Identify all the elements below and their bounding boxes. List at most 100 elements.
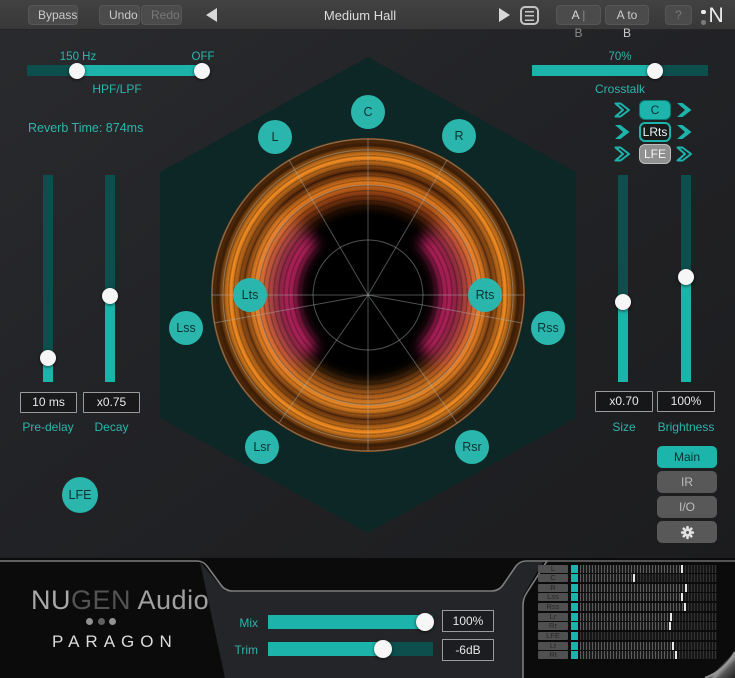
pre-delay-slider-handle[interactable] <box>40 350 56 366</box>
meter-scale-unlit <box>580 632 717 640</box>
speaker-node-lss[interactable]: Lss <box>169 311 203 345</box>
meter-peak-marker <box>670 613 672 621</box>
preset-list-icon[interactable] <box>520 6 539 25</box>
paragon-plugin-window: Bypass Undo Redo Medium Hall A | B A to … <box>0 0 735 678</box>
size-value-box[interactable]: x0.70 <box>595 391 653 412</box>
speaker-node-rss[interactable]: Rss <box>531 311 565 345</box>
mix-value-box[interactable]: 100% <box>442 610 494 632</box>
brand-gen: GEN <box>71 585 131 615</box>
brightness-value-box[interactable]: 100% <box>657 391 715 412</box>
brand-audio: Audio <box>138 585 210 615</box>
route-lrts-button[interactable]: LRts <box>639 122 671 142</box>
meter-level-segment <box>571 613 578 621</box>
trim-label: Trim <box>226 643 258 657</box>
route-in-lrts-chevron-icon[interactable] <box>614 124 632 140</box>
meter-channel-label: Lr <box>538 613 568 621</box>
trim-slider-fill <box>268 642 383 656</box>
hpf-slider-handle[interactable] <box>69 63 85 79</box>
meter-scale-lit <box>580 565 681 573</box>
trim-slider-handle[interactable] <box>374 640 392 658</box>
meter-row-c: C <box>538 574 723 582</box>
route-out-c-chevron-icon[interactable] <box>676 102 694 118</box>
meter-channel-label: Rss <box>538 603 568 611</box>
meter-peak-marker <box>675 651 677 659</box>
tab-ir[interactable]: IR <box>657 471 717 493</box>
meter-peak-marker <box>681 565 683 573</box>
decay-slider-handle[interactable] <box>102 288 118 304</box>
brand-dots <box>86 618 116 625</box>
trim-value-box[interactable]: -6dB <box>442 639 494 661</box>
route-in-lfe-chevron-icon[interactable] <box>614 146 632 162</box>
window-corner-highlight <box>707 650 735 678</box>
meter-level-segment <box>571 622 578 630</box>
mix-slider-handle[interactable] <box>416 613 434 631</box>
ab-b-label: B <box>574 26 582 40</box>
lpf-slider-handle[interactable] <box>194 63 210 79</box>
meter-scale-lit <box>580 574 633 582</box>
speaker-node-rsr[interactable]: Rsr <box>455 430 489 464</box>
speaker-node-rts[interactable]: Rts <box>468 278 502 312</box>
output-level-meters: LCRLssRssLrRrLFELtRt <box>538 558 728 676</box>
ab-compare-button[interactable]: A | B <box>556 5 601 25</box>
pre-delay-value-box[interactable]: 10 ms <box>20 392 77 413</box>
decay-value-box[interactable]: x0.75 <box>83 392 140 413</box>
help-button[interactable]: ? <box>665 5 692 25</box>
speaker-node-l[interactable]: L <box>258 120 292 154</box>
meter-level-segment <box>571 584 578 592</box>
tab-io[interactable]: I/O <box>657 496 717 518</box>
meter-channel-label: L <box>538 565 568 573</box>
redo-button[interactable]: Redo <box>141 5 182 25</box>
meter-channel-label: R <box>538 584 568 592</box>
meter-channel-label: Lss <box>538 593 568 601</box>
decay-slider-fill <box>105 296 115 382</box>
speaker-node-c[interactable]: C <box>351 95 385 129</box>
meter-scale-lit <box>580 584 685 592</box>
nugen-logo-letter: N <box>709 4 724 28</box>
ab-a-label: A <box>572 8 579 22</box>
speaker-node-lts[interactable]: Lts <box>233 278 267 312</box>
meter-peak-marker <box>633 574 635 582</box>
meter-peak-marker <box>672 642 674 650</box>
settings-button[interactable] <box>657 521 717 543</box>
undo-button[interactable]: Undo <box>99 5 140 25</box>
previous-preset-icon[interactable] <box>206 8 217 22</box>
brightness-slider-handle[interactable] <box>678 269 694 285</box>
brand-nu: NU <box>31 585 71 615</box>
meter-row-rr: Rr <box>538 622 723 630</box>
brand-logo: NUGEN Audio <box>31 585 209 616</box>
meter-level-segment <box>571 593 578 601</box>
meter-peak-marker <box>685 584 687 592</box>
meter-row-l: L <box>538 565 723 573</box>
tab-main[interactable]: Main <box>657 446 717 468</box>
mix-label: Mix <box>230 616 258 630</box>
meter-row-lss: Lss <box>538 593 723 601</box>
speaker-node-r[interactable]: R <box>442 119 476 153</box>
meter-scale-lit <box>580 593 681 601</box>
route-out-lrts-chevron-icon[interactable] <box>676 124 694 140</box>
route-in-c-chevron-icon[interactable] <box>614 102 632 118</box>
crosstalk-slider-handle[interactable] <box>647 63 663 79</box>
meter-row-r: R <box>538 584 723 592</box>
preset-list-lines <box>525 11 534 21</box>
meter-scale-lit <box>580 642 672 650</box>
hpf-lpf-slider-fill <box>77 65 202 76</box>
preset-name[interactable]: Medium Hall <box>280 8 440 23</box>
meter-peak-marker <box>669 622 671 630</box>
speaker-node-lfe[interactable]: LFE <box>62 477 98 513</box>
size-slider-handle[interactable] <box>615 294 631 310</box>
bypass-button[interactable]: Bypass <box>28 5 78 25</box>
a-to-b-button[interactable]: A to B <box>605 5 649 25</box>
meter-level-segment <box>571 603 578 611</box>
gear-icon <box>680 525 695 540</box>
meter-channel-label: Rr <box>538 622 568 630</box>
crosstalk-slider-fill <box>532 65 655 76</box>
route-lfe-button[interactable]: LFE <box>639 144 671 164</box>
speaker-node-lsr[interactable]: Lsr <box>245 430 279 464</box>
meter-scale-lit <box>580 622 669 630</box>
meter-row-lr: Lr <box>538 613 723 621</box>
next-preset-icon[interactable] <box>499 8 510 22</box>
route-out-lfe-chevron-icon[interactable] <box>676 146 694 162</box>
route-c-button[interactable]: C <box>639 100 671 120</box>
ab-separator: | <box>582 8 585 22</box>
product-name: PARAGON <box>52 632 178 652</box>
